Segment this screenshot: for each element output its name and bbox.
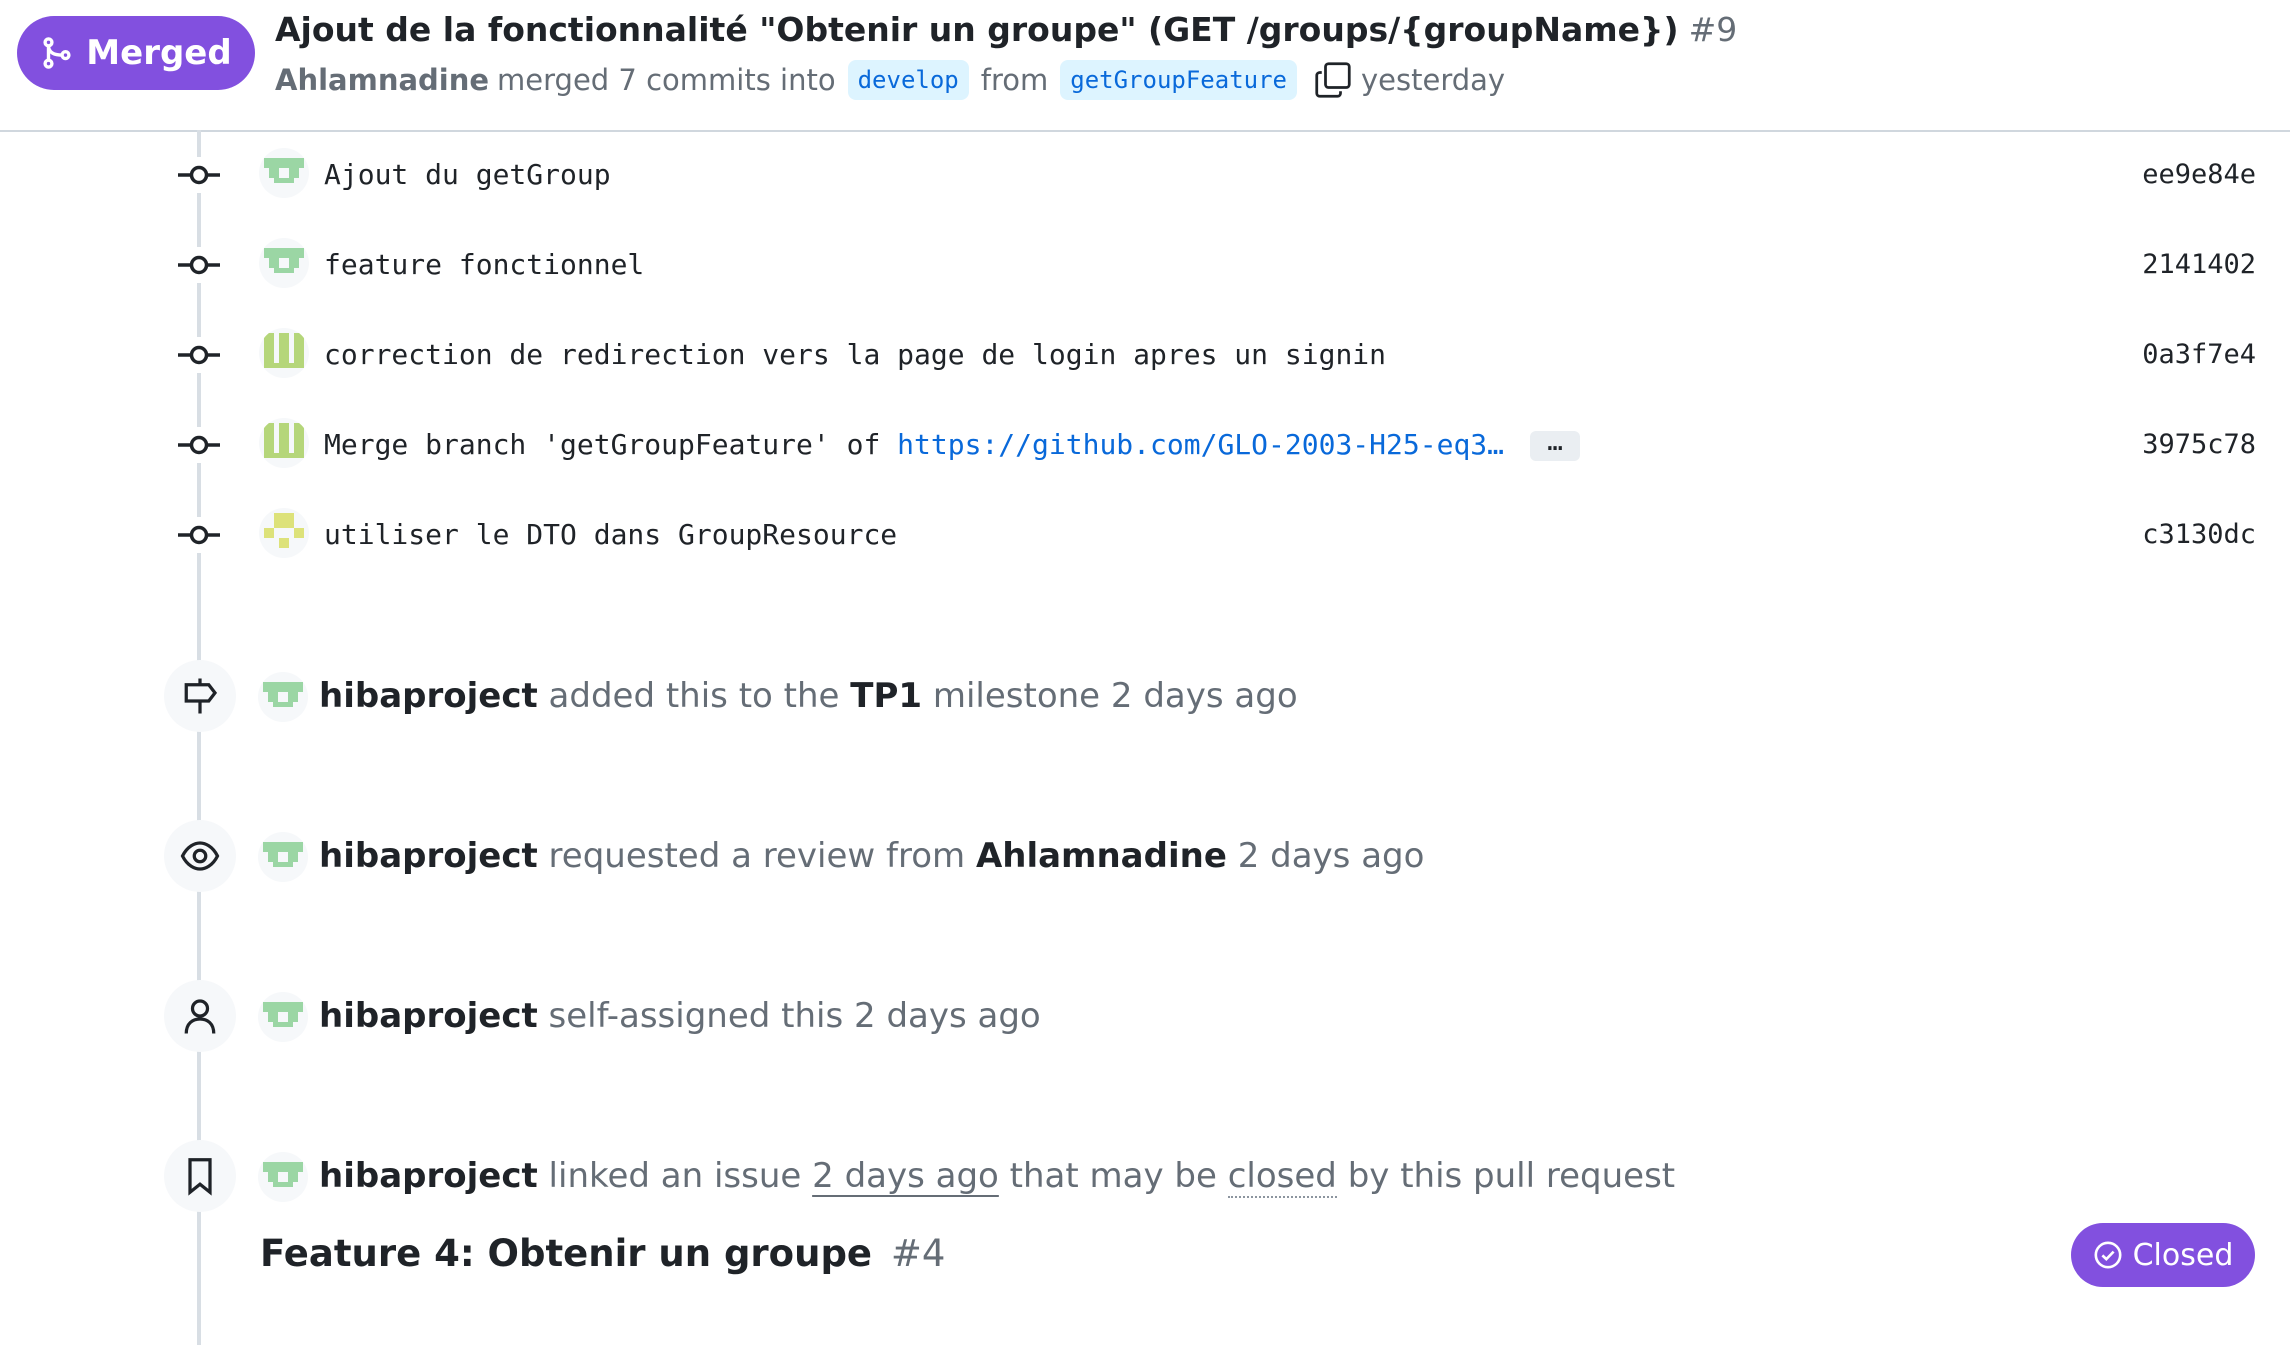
merged-time[interactable]: yesterday (1361, 63, 1505, 97)
event-badge (164, 1140, 236, 1212)
commit-sha[interactable]: 2141402 (2142, 244, 2256, 286)
git-merge-icon (43, 37, 71, 69)
avatar[interactable] (259, 418, 309, 468)
event-description-tail: by this pull request (1347, 1156, 1676, 1196)
reviewer-link[interactable]: Ahlamnadine (976, 836, 1227, 876)
copy-icon[interactable] (1313, 60, 1353, 100)
avatar[interactable] (258, 992, 308, 1042)
git-commit-icon (176, 337, 222, 373)
git-commit-icon (176, 247, 222, 283)
from-text: from (980, 63, 1049, 97)
pr-subtitle: Ahlamnadine merged 7 commits into develo… (275, 56, 1505, 104)
pr-sticky-header: Merged Ajout de la fonctionnalité "Obten… (0, 0, 2290, 132)
pr-title: Ajout de la fonctionnalité "Obtenir un g… (275, 6, 1737, 54)
event-badge (164, 820, 236, 892)
issue-closed-badge: Closed (2071, 1223, 2255, 1287)
avatar[interactable] (258, 672, 308, 722)
event-description: added this to the (548, 676, 840, 716)
actor-link[interactable]: hibaproject (319, 996, 538, 1036)
commit-message[interactable]: utiliser le DTO dans GroupResource (324, 514, 897, 556)
actor-link[interactable]: hibaproject (319, 676, 538, 716)
merged-text: merged 7 commits into (497, 63, 836, 97)
git-commit-icon (176, 157, 222, 193)
event-badge (164, 660, 236, 732)
event-text: hibaproject added this to the TP1 milest… (319, 672, 1298, 720)
avatar[interactable] (258, 1152, 308, 1202)
expand-commit-button[interactable]: … (1530, 429, 1581, 461)
commit-message-link[interactable]: https://github.com/GLO-2003-H25-eq3… (897, 428, 1504, 461)
state-label: Merged (86, 33, 232, 73)
pr-author-link[interactable]: Ahlamnadine (275, 63, 489, 97)
timeline-event-milestone: hibaproject added this to the TP1 milest… (0, 660, 2290, 740)
event-time-link[interactable]: 2 days ago (812, 1156, 999, 1196)
git-commit-icon (176, 517, 222, 553)
event-description: self-assigned this 2 days ago (548, 996, 1041, 1036)
event-text: hibaproject requested a review from Ahla… (319, 832, 1424, 880)
linked-issue-title[interactable]: Feature 4: Obtenir un groupe #4 (260, 1228, 945, 1280)
commit-message-text[interactable]: Merge branch 'getGroupFeature' of (324, 428, 897, 461)
eye-icon (180, 841, 220, 871)
head-branch[interactable]: getGroupFeature (1060, 60, 1297, 100)
event-description: requested a review from (548, 836, 966, 876)
avatar[interactable] (259, 148, 309, 198)
git-commit-icon (176, 427, 222, 463)
event-description: linked an issue (548, 1156, 802, 1196)
commit-row: feature fonctionnel 2141402 (0, 230, 2290, 300)
commit-sha[interactable]: 0a3f7e4 (2142, 334, 2256, 376)
bookmark-icon (188, 1158, 212, 1196)
commit-row: Merge branch 'getGroupFeature' of https:… (0, 410, 2290, 480)
commit-message[interactable]: Ajout du getGroup (324, 154, 611, 196)
avatar[interactable] (259, 328, 309, 378)
commit-row: correction de redirection vers la page d… (0, 320, 2290, 390)
avatar[interactable] (259, 508, 309, 558)
event-description-mid: that may be (1009, 1156, 1217, 1196)
actor-link[interactable]: hibaproject (319, 836, 538, 876)
timeline-event-review-request: hibaproject requested a review from Ahla… (0, 820, 2290, 900)
commit-row: Ajout du getGroup ee9e84e (0, 140, 2290, 210)
merged-state-badge: Merged (17, 16, 255, 90)
pr-title-text: Ajout de la fonctionnalité "Obtenir un g… (275, 10, 1679, 49)
commit-sha[interactable]: c3130dc (2142, 514, 2256, 556)
check-circle-icon (2094, 1241, 2122, 1269)
linked-issue-number[interactable]: #4 (891, 1232, 946, 1275)
timeline-event-linked-issue: hibaproject linked an issue 2 days ago t… (0, 1140, 2290, 1220)
commit-message: Merge branch 'getGroupFeature' of https:… (324, 424, 1581, 466)
commit-sha[interactable]: 3975c78 (2142, 424, 2256, 466)
timeline-event-assigned: hibaproject self-assigned this 2 days ag… (0, 980, 2290, 1060)
event-description-tail: milestone 2 days ago (932, 676, 1298, 716)
event-badge (164, 980, 236, 1052)
pr-number: #9 (1688, 10, 1738, 49)
closed-keyword[interactable]: closed (1227, 1156, 1337, 1198)
event-text: hibaproject self-assigned this 2 days ag… (319, 992, 1041, 1040)
milestone-link[interactable]: TP1 (850, 676, 922, 716)
commit-message[interactable]: feature fonctionnel (324, 244, 644, 286)
event-text: hibaproject linked an issue 2 days ago t… (319, 1152, 1675, 1200)
milestone-icon (184, 678, 218, 714)
commit-sha[interactable]: ee9e84e (2142, 154, 2256, 196)
linked-issue-title-text[interactable]: Feature 4: Obtenir un groupe (260, 1232, 872, 1275)
avatar[interactable] (259, 238, 309, 288)
commit-message[interactable]: correction de redirection vers la page d… (324, 334, 1386, 376)
person-icon (184, 999, 216, 1034)
commit-row: utiliser le DTO dans GroupResource c3130… (0, 500, 2290, 570)
avatar[interactable] (258, 832, 308, 882)
base-branch[interactable]: develop (847, 60, 969, 100)
actor-link[interactable]: hibaproject (319, 1156, 538, 1196)
event-time[interactable]: 2 days ago (1238, 836, 1425, 876)
issue-state-label: Closed (2132, 1237, 2234, 1273)
